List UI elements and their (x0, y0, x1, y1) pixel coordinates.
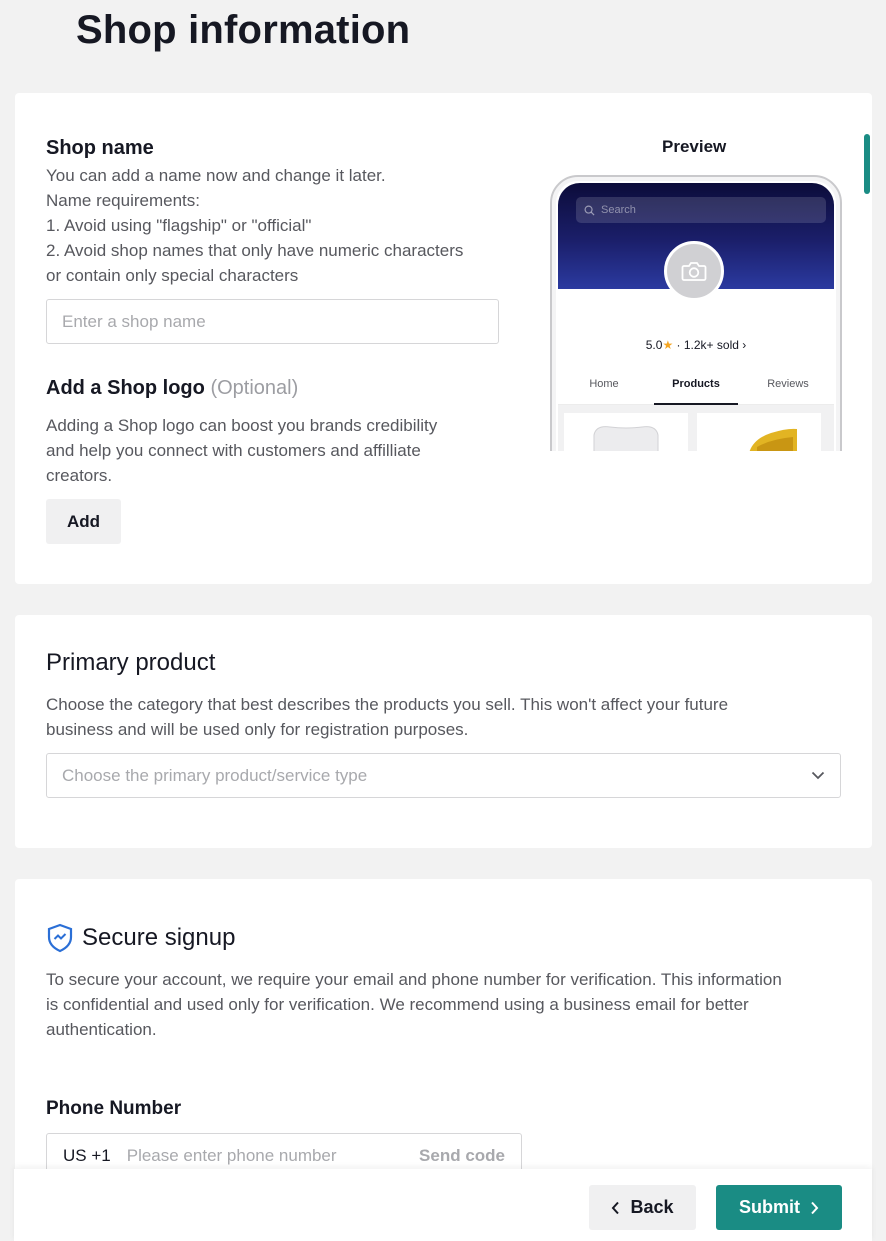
shop-name-heading: Shop name (46, 137, 154, 159)
country-code-select[interactable]: US +1 (47, 1146, 127, 1166)
phone-mockup: Search 5.0★ · 1.2k+ sold › Home Products… (550, 175, 842, 451)
primary-product-placeholder: Choose the primary product/service type (62, 765, 368, 785)
preview-tab-reviews: Reviews (767, 378, 809, 390)
chevron-left-icon (612, 1201, 620, 1214)
preview-search-bar: Search (576, 197, 826, 223)
primary-product-heading: Primary product (46, 649, 216, 676)
submit-button[interactable]: Submit (716, 1185, 842, 1230)
shop-name-placeholder: Enter a shop name (62, 311, 206, 331)
shield-icon (47, 923, 73, 953)
shop-preview: Search 5.0★ · 1.2k+ sold › Home Products… (550, 175, 842, 451)
phone-number-label: Phone Number (46, 1098, 182, 1119)
preview-product-card (697, 413, 821, 451)
send-code-button[interactable]: Send code (403, 1146, 521, 1166)
preview-tabs: Home Products Reviews (558, 369, 834, 405)
phone-number-input[interactable]: Please enter phone number (127, 1146, 403, 1166)
camera-icon (681, 262, 707, 281)
back-button[interactable]: Back (589, 1185, 696, 1230)
add-logo-button[interactable]: Add (46, 499, 121, 544)
bottom-action-bar: Back Submit (14, 1169, 872, 1241)
secure-signup-title: Secure signup (46, 923, 235, 953)
shop-logo-heading: Add a Shop logo (Optional) (46, 377, 299, 399)
primary-product-card: Primary product Choose the category that… (15, 615, 872, 848)
preview-product-card (564, 413, 688, 451)
scrollbar-thumb[interactable] (864, 134, 870, 194)
preview-product-grid (558, 405, 834, 451)
preview-avatar (664, 241, 724, 301)
search-icon (584, 205, 595, 216)
primary-product-select[interactable]: Choose the primary product/service type (46, 753, 841, 798)
preview-tab-products: Products (650, 369, 742, 405)
optional-tag: (Optional) (210, 377, 299, 399)
chevron-down-icon (811, 771, 825, 780)
preview-label: Preview (662, 137, 727, 156)
page-title: Shop information (76, 8, 411, 52)
pillow-image (593, 426, 659, 451)
chevron-right-icon (811, 1201, 819, 1214)
primary-product-description: Choose the category that best describes … (46, 695, 729, 739)
preview-tab-home: Home (589, 378, 619, 390)
shop-name-input[interactable]: Enter a shop name (46, 299, 499, 344)
secure-signup-heading: Secure signup (82, 924, 236, 951)
preview-rating: 5.0★ · 1.2k+ sold › (645, 338, 747, 352)
shop-logo-description: Adding a Shop logo can boost you brands … (46, 416, 438, 485)
secure-signup-description: To secure your account, we require your … (46, 970, 782, 1039)
chair-image (749, 428, 797, 451)
star-icon: ★ (662, 338, 674, 352)
shop-name-description: You can add a name now and change it lat… (46, 166, 464, 285)
shop-info-card: Shop name You can add a name now and cha… (15, 93, 872, 584)
